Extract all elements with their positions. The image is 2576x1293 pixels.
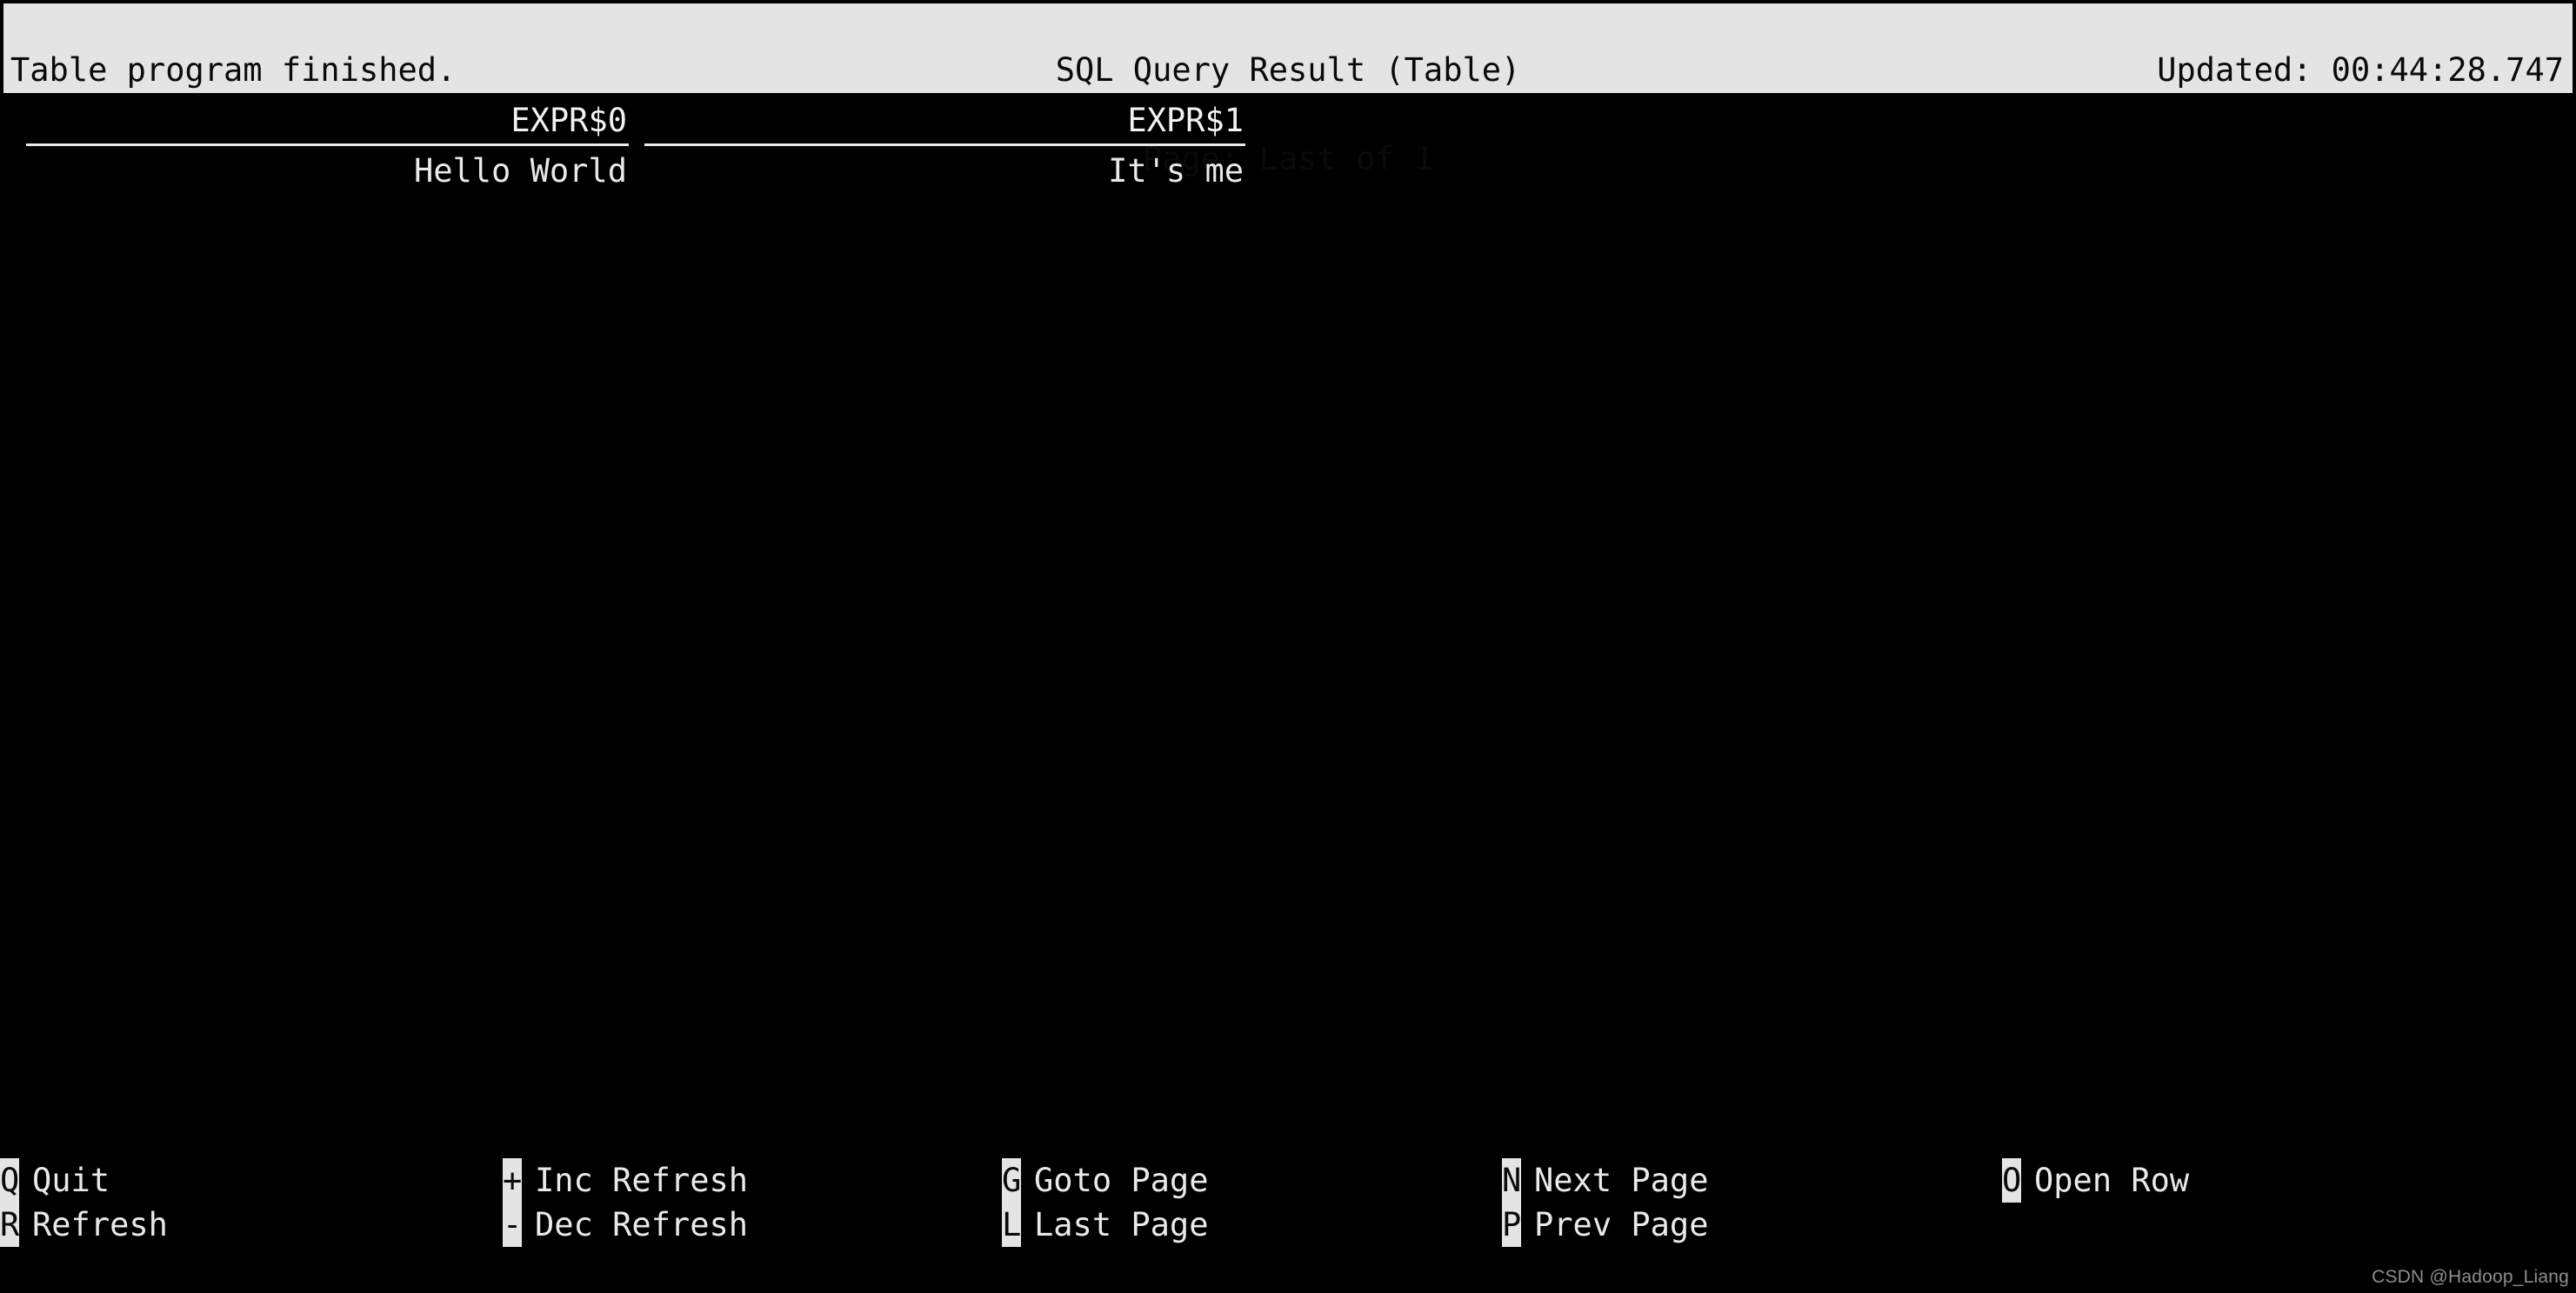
keybinding-column-2: G Goto Page L Last Page bbox=[1002, 1158, 1208, 1248]
keybinding-label: Dec Refresh bbox=[535, 1206, 749, 1243]
status-text: Table program finished. bbox=[10, 51, 457, 89]
keybinding-column-4: O Open Row bbox=[2002, 1158, 2189, 1248]
keybinding-label: Refresh bbox=[32, 1206, 168, 1243]
column-header-0[interactable]: EXPR$0 bbox=[26, 98, 629, 143]
keybinding-label: Last Page bbox=[1034, 1206, 1209, 1243]
keybinding-label: Inc Refresh bbox=[535, 1162, 749, 1199]
header-line-1: SQL Query Result (Table) bbox=[3, 3, 2573, 89]
keybinding-label: Prev Page bbox=[1534, 1206, 1709, 1243]
keybinding-label: Next Page bbox=[1534, 1162, 1709, 1199]
keybinding-open-row[interactable]: O Open Row bbox=[2002, 1158, 2189, 1203]
keybinding-dec-refresh[interactable]: - Dec Refresh bbox=[503, 1203, 748, 1247]
keybinding-label: Quit bbox=[32, 1162, 110, 1199]
keybinding-key: + bbox=[503, 1158, 522, 1203]
header-bar: SQL Query Result (Table) Table program f… bbox=[3, 3, 2573, 177]
column-rule-1 bbox=[644, 143, 1245, 146]
table-header-row: EXPR$0 EXPR$1 bbox=[0, 98, 2576, 143]
result-table: EXPR$0 EXPR$1 Hello World It's me bbox=[0, 98, 2576, 194]
keybinding-key: Q bbox=[0, 1158, 19, 1203]
table-cell[interactable]: It's me bbox=[644, 149, 1245, 194]
column-header-1[interactable]: EXPR$1 bbox=[644, 98, 1245, 143]
keybinding-goto-page[interactable]: G Goto Page bbox=[1002, 1158, 1208, 1203]
keybinding-prev-page[interactable]: P Prev Page bbox=[1502, 1203, 1708, 1247]
keybinding-column-0: Q Quit R Refresh bbox=[0, 1158, 168, 1248]
keybinding-column-1: + Inc Refresh - Dec Refresh bbox=[503, 1158, 748, 1248]
keybinding-footer: Q Quit R Refresh + Inc Refresh - Dec Refresh G Go… bbox=[0, 1158, 2576, 1248]
column-rule-0 bbox=[26, 143, 629, 146]
keybinding-label: Open Row bbox=[2034, 1162, 2190, 1199]
keybinding-key bbox=[2002, 1203, 2021, 1247]
keybinding-key: P bbox=[1502, 1203, 1521, 1247]
keybinding-key: N bbox=[1502, 1158, 1521, 1203]
header-line-2: Table program finished. Page: Last of 1 … bbox=[3, 48, 2573, 177]
keybinding-last-page[interactable]: L Last Page bbox=[1002, 1203, 1208, 1247]
watermark: CSDN @Hadoop_Liang bbox=[2372, 1267, 2569, 1287]
terminal-screen: SQL Query Result (Table) Table program f… bbox=[0, 0, 2576, 1293]
keybinding-key: G bbox=[1002, 1158, 1021, 1203]
keybinding-key: O bbox=[2002, 1158, 2021, 1203]
keybinding-key: - bbox=[503, 1203, 522, 1247]
updated-timestamp: Updated: 00:44:28.747 bbox=[2157, 51, 2564, 89]
keybinding-spacer bbox=[2002, 1203, 2189, 1247]
keybinding-column-3: N Next Page P Prev Page bbox=[1502, 1158, 1708, 1248]
keybinding-quit[interactable]: Q Quit bbox=[0, 1158, 168, 1203]
table-body: Hello World It's me bbox=[0, 149, 2576, 194]
table-row[interactable]: Hello World It's me bbox=[0, 149, 2576, 194]
keybinding-label: Goto Page bbox=[1034, 1162, 1209, 1199]
keybinding-key: R bbox=[0, 1203, 19, 1247]
keybinding-inc-refresh[interactable]: + Inc Refresh bbox=[503, 1158, 748, 1203]
table-cell[interactable]: Hello World bbox=[26, 149, 629, 194]
keybinding-key: L bbox=[1002, 1203, 1021, 1247]
keybinding-next-page[interactable]: N Next Page bbox=[1502, 1158, 1708, 1203]
keybinding-refresh[interactable]: R Refresh bbox=[0, 1203, 168, 1247]
